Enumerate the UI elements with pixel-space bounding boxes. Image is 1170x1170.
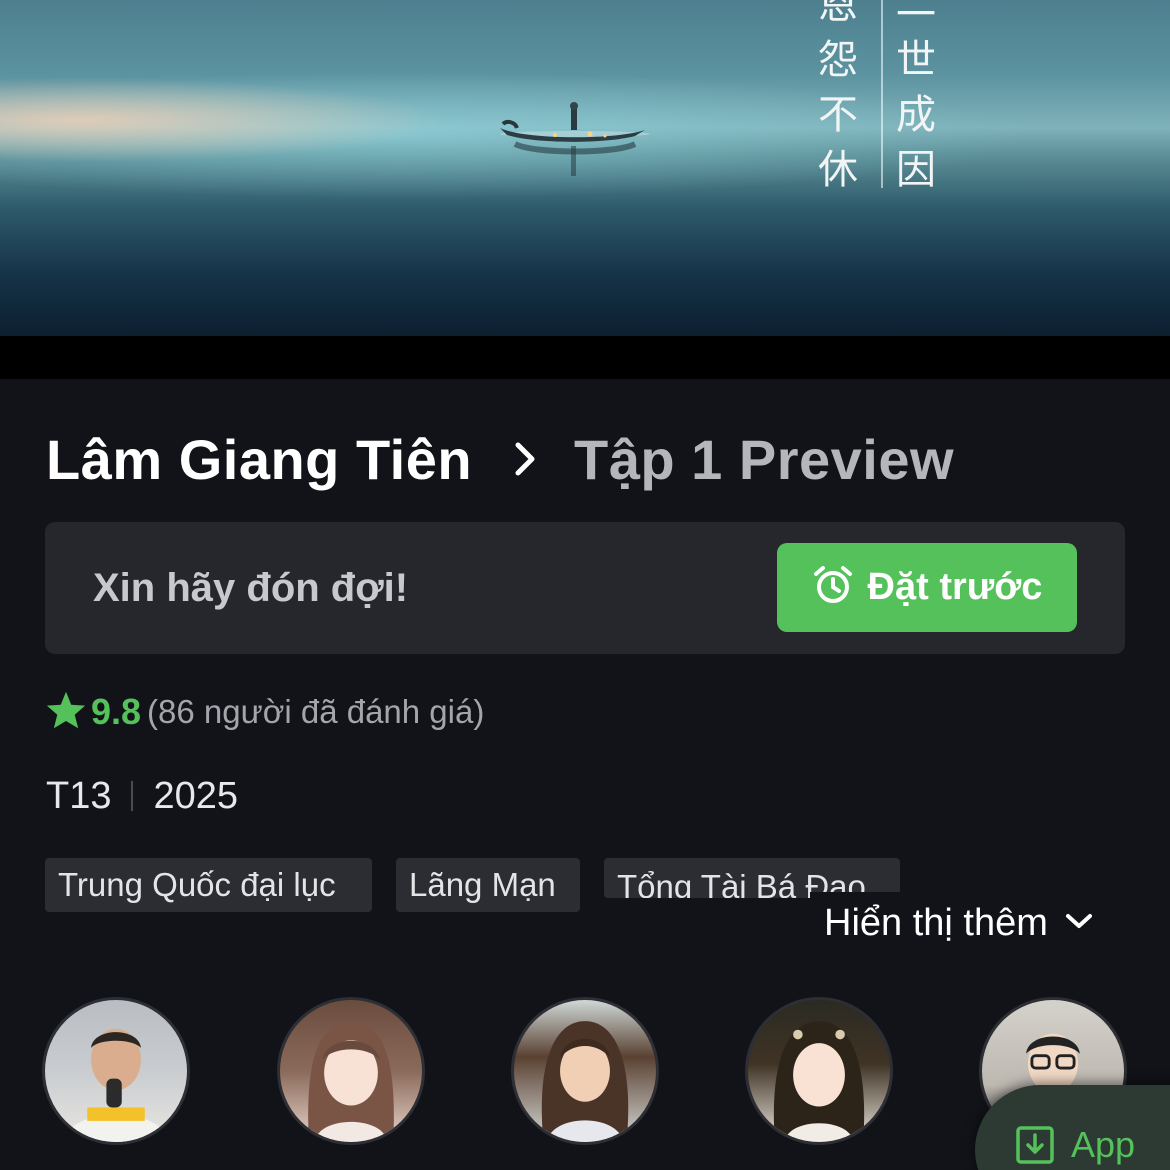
age-rating: T13 [46,774,112,817]
cast-avatar[interactable] [277,997,425,1145]
show-more-label: Hiển thị thêm [824,901,1048,944]
calligraphy-char: 世 [896,37,936,83]
person-icon [541,1021,629,1142]
alarm-clock-icon [812,564,854,611]
person-icon [308,1023,394,1142]
show-more-button[interactable]: Hiển thị thêm [810,892,1104,954]
cast-avatar[interactable] [511,997,659,1145]
calligraphy-char: 成 [896,92,936,138]
download-app-button[interactable]: App [975,1085,1170,1170]
release-year: 2025 [153,774,239,817]
divider [131,781,134,811]
download-icon [1015,1125,1055,1170]
calligraphy-title: 一 世 成 因 恩 怨 不 休 [812,0,962,208]
star-icon [45,690,87,735]
episode-title: Tập 1 Preview [574,427,955,491]
reserve-button[interactable]: Đặt trước [777,543,1077,632]
rating: 9.8 (86 người đã đánh giá) [45,688,484,736]
calligraphy-char: 一 [896,0,936,38]
rating-count: (86 người đã đánh giá) [147,693,485,730]
cast-avatar[interactable] [42,997,190,1145]
genre-tag[interactable]: Lãng Mạn [396,858,580,912]
person-icon [773,1021,865,1142]
reserve-button-label: Đặt trước [867,566,1043,608]
meta-info: T13 2025 [46,772,238,820]
download-app-label: App [1071,1124,1136,1165]
coming-soon-message: Xin hãy đón đợi! [93,566,409,610]
boat-illustration [500,102,650,176]
reserve-panel: Xin hãy đón đợi! Đặt trước [45,522,1125,654]
show-title[interactable]: Lâm Giang Tiên [46,427,472,492]
hero-bottom-bar [0,336,1170,379]
calligraphy-char: 恩 [818,0,858,28]
calligraphy-char: 因 [896,147,936,193]
rating-score: 9.8 [91,691,142,732]
chevron-down-icon [1064,911,1094,936]
chevron-right-icon [496,439,556,479]
genre-tag[interactable]: Trung Quốc đại lục [45,858,372,912]
calligraphy-char: 不 [818,92,858,138]
breadcrumb: Lâm Giang Tiên Tập 1 Preview [46,424,954,494]
person-icon [64,1028,168,1142]
hero-banner[interactable]: 一 世 成 因 恩 怨 不 休 [0,0,1170,336]
cast-avatar[interactable] [745,997,893,1145]
calligraphy-char: 休 [818,147,858,193]
calligraphy-char: 怨 [818,37,858,83]
